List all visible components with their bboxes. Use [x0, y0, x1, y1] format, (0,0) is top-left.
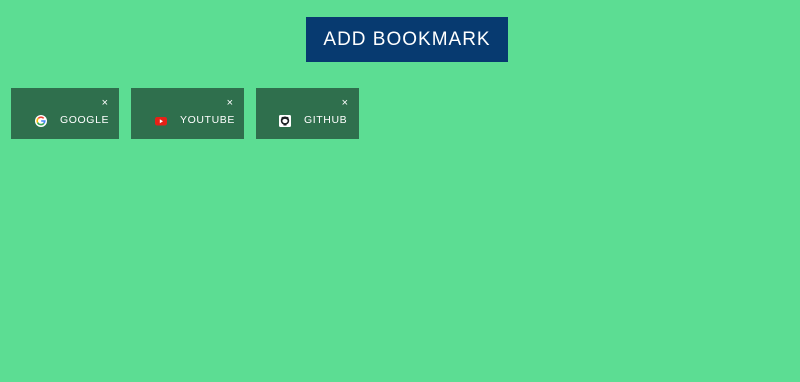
page: ADD BOOKMARK × GOOGLE × YOUTUBE × GITHUB [0, 0, 800, 382]
close-icon[interactable]: × [102, 98, 108, 109]
bookmark-content: GITHUB [279, 113, 348, 127]
bookmark-google[interactable]: × GOOGLE [11, 88, 119, 139]
bookmark-label: GOOGLE [60, 113, 110, 126]
bookmark-label: YOUTUBE [180, 113, 235, 126]
github-icon [279, 114, 291, 127]
bookmark-youtube[interactable]: × YOUTUBE [131, 88, 244, 139]
bookmark-github[interactable]: × GITHUB [256, 88, 359, 139]
bookmark-content: YOUTUBE [155, 114, 235, 126]
bookmark-content: GOOGLE [35, 113, 110, 127]
bookmark-list: × GOOGLE × YOUTUBE × GITHUB [11, 88, 359, 139]
google-icon [35, 114, 47, 127]
youtube-icon [155, 114, 167, 126]
bookmark-label: GITHUB [304, 113, 348, 126]
add-bookmark-button[interactable]: ADD BOOKMARK [306, 17, 508, 62]
close-icon[interactable]: × [227, 98, 233, 109]
close-icon[interactable]: × [342, 98, 348, 109]
